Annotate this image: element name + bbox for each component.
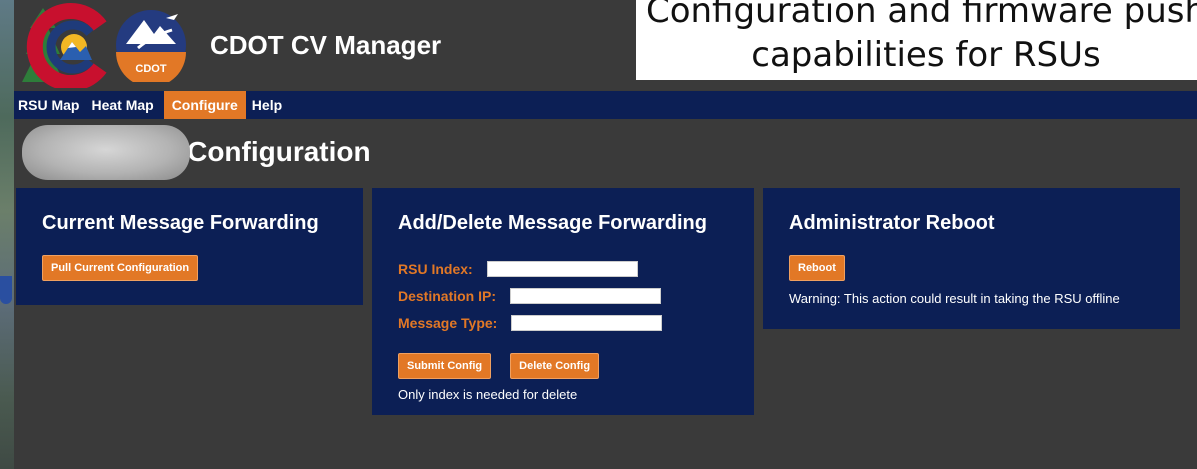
message-type-label: Message Type: xyxy=(398,314,498,331)
destination-ip-row: Destination IP: xyxy=(398,282,728,309)
config-actions: Submit Config Delete Config xyxy=(398,353,728,379)
page-title: ) Configuration xyxy=(170,136,371,167)
destination-ip-input[interactable] xyxy=(510,287,662,304)
pull-config-button[interactable]: Pull Current Configuration xyxy=(42,255,199,281)
delete-hint: Only index is needed for delete xyxy=(398,387,578,402)
admin-reboot-title: Administrator Reboot xyxy=(789,212,995,234)
svg-text:CDOT: CDOT xyxy=(135,63,166,75)
highway-shield-icon xyxy=(0,276,12,304)
nav-heat-map[interactable]: Heat Map xyxy=(89,91,163,119)
cdot-logo-icon: CDOT xyxy=(116,10,186,82)
reboot-button[interactable]: Reboot xyxy=(789,255,845,281)
reboot-warning: Warning: This action could result in tak… xyxy=(789,291,1120,306)
redaction-blur xyxy=(22,125,190,180)
message-type-row: Message Type: xyxy=(398,309,728,336)
nav-help[interactable]: Help xyxy=(250,91,292,119)
main-nav: RSU Map Heat Map Configure Help xyxy=(14,91,1197,119)
nav-rsu-map[interactable]: RSU Map xyxy=(14,91,89,119)
caption-line-2: capabilities for RSUs xyxy=(751,35,1101,75)
caption-overlay: Configuration and firmware push capabili… xyxy=(636,0,1197,80)
rsu-index-row: RSU Index: xyxy=(398,255,728,282)
destination-ip-label: Destination IP: xyxy=(398,287,497,304)
current-forwarding-title: Current Message Forwarding xyxy=(42,212,319,234)
caption-line-1: Configuration and firmware push xyxy=(645,0,1197,31)
rsu-index-label: RSU Index: xyxy=(398,260,473,277)
rsu-index-input[interactable] xyxy=(486,260,638,277)
add-delete-forwarding-panel: Add/Delete Message Forwarding RSU Index:… xyxy=(372,188,754,415)
admin-reboot-panel: Administrator Reboot Reboot Warning: Thi… xyxy=(763,188,1180,329)
nav-configure[interactable]: Configure xyxy=(163,91,246,119)
message-type-input[interactable] xyxy=(511,314,663,331)
delete-config-button[interactable]: Delete Config xyxy=(510,353,600,379)
current-forwarding-panel: Current Message Forwarding Pull Current … xyxy=(16,188,363,305)
add-delete-title: Add/Delete Message Forwarding xyxy=(398,212,707,234)
submit-config-button[interactable]: Submit Config xyxy=(398,353,492,379)
app-title: CDOT CV Manager xyxy=(210,30,442,60)
colorado-logo-icon xyxy=(22,3,107,88)
background-map xyxy=(0,0,14,469)
